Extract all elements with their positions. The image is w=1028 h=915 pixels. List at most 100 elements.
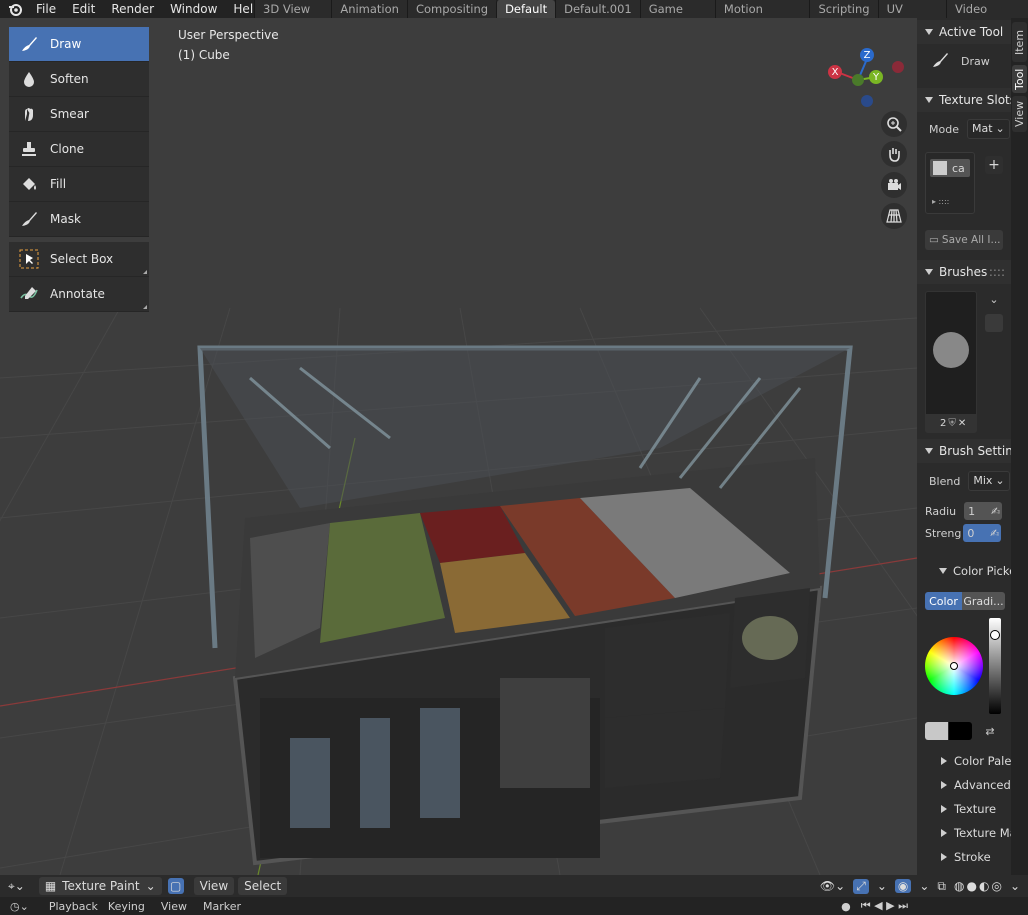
drag-handle-icon[interactable]: :::: (989, 265, 1005, 279)
tab-view[interactable]: View (1012, 96, 1027, 132)
swap-colors-icon[interactable]: ⇄ (977, 722, 1003, 740)
menu-file[interactable]: File (28, 0, 64, 18)
blend-dropdown[interactable]: Mix ⌄ (968, 471, 1010, 491)
list-expand-icon[interactable]: ▸ :::: (932, 197, 949, 206)
unlink-x-icon[interactable]: ✕ (958, 418, 966, 429)
view-menu[interactable]: View (193, 877, 235, 895)
tab-video-editing[interactable]: Video Editing (945, 0, 1028, 34)
view-menu[interactable]: View (161, 900, 187, 913)
record-icon[interactable]: ● (841, 900, 851, 913)
tool-options-corner[interactable] (143, 305, 147, 309)
gizmo-neg-x-icon[interactable] (892, 61, 904, 73)
gizmo-y-label: Y (872, 72, 880, 83)
pressure-icon[interactable]: ✍ (990, 527, 999, 540)
tab-compositing[interactable]: Compositing (406, 0, 497, 18)
active-tool-header[interactable]: Active Tool (917, 20, 1011, 44)
advanced-panel[interactable]: Advanced (917, 774, 1011, 796)
menu-window[interactable]: Window (162, 0, 225, 18)
tool-smear[interactable]: Smear (9, 97, 149, 132)
tool-clone[interactable]: Clone (9, 132, 149, 167)
chevron-down-icon[interactable]: ⌄ (1010, 879, 1020, 893)
gizmo-neg-y-icon[interactable] (852, 74, 864, 86)
tool-soften[interactable]: Soften (9, 62, 149, 97)
select-menu[interactable]: Select (238, 877, 288, 895)
texture-slot-item[interactable]: ca (930, 159, 970, 177)
tool-draw[interactable]: Draw (9, 27, 149, 62)
brush-settings-header[interactable]: Brush Settin (917, 439, 1011, 463)
panel-title: Texture Ma (954, 826, 1011, 840)
tool-annotate[interactable]: Annotate (9, 277, 149, 312)
tab-tool[interactable]: Tool (1012, 65, 1027, 93)
chevron-down-icon[interactable]: ⌄ (919, 879, 929, 893)
fake-user-shield-icon[interactable]: ⛨ (948, 418, 956, 429)
zoom-icon[interactable] (881, 111, 907, 137)
playback-menu[interactable]: Playback (49, 900, 98, 913)
playback-controls-icon[interactable]: ⏮ ◀ ▶ ⏭ (861, 899, 908, 913)
texture-slots-header[interactable]: Texture Slots (917, 88, 1011, 112)
tab-gradient[interactable]: Gradi... (962, 592, 1005, 610)
active-tool-row: Draw (917, 48, 1011, 74)
menu-edit[interactable]: Edit (64, 0, 103, 18)
secondary-color-swatch[interactable] (949, 722, 972, 740)
tab-3d-view-full[interactable]: 3D View Full (254, 0, 332, 34)
tab-animation[interactable]: Animation (331, 0, 407, 18)
tab-default[interactable]: Default (496, 0, 556, 18)
color-palette-panel[interactable]: Color Palett (917, 750, 1011, 772)
shading-wireframe-icon[interactable]: ◍ (954, 879, 964, 893)
visibility-eye-icon[interactable]: 👁⌄ (820, 879, 845, 893)
primary-color-swatch[interactable] (925, 722, 948, 740)
color-wheel[interactable] (925, 637, 983, 695)
timeline-editor-icon[interactable]: ◷⌄ (10, 900, 29, 913)
expand-icon (941, 829, 947, 837)
perspective-toggle-icon[interactable] (881, 203, 907, 229)
brush-preview[interactable]: 2 ⛨ ✕ (925, 291, 977, 433)
stroke-panel[interactable]: Stroke (917, 846, 1011, 868)
tool-select-box[interactable]: Select Box (9, 242, 149, 277)
add-slot-button[interactable]: + (985, 156, 1003, 174)
tab-default-001[interactable]: Default.001 (555, 0, 640, 18)
shading-rendered-icon[interactable]: ◎ (991, 879, 1001, 893)
radius-field[interactable]: 1 ✍ (964, 502, 1003, 520)
chevron-down-icon[interactable]: ⌄ (877, 879, 887, 893)
tab-motion-tracking[interactable]: Motion Tracking (714, 0, 810, 34)
gizmo-toggle-icon[interactable]: ⤢ (853, 878, 869, 894)
texture-slot-list[interactable]: ca ▸ :::: (925, 152, 975, 214)
tool-fill[interactable]: Fill (9, 167, 149, 202)
collapse-icon (925, 448, 933, 454)
value-slider-handle[interactable] (990, 630, 1000, 640)
brushes-header[interactable]: Brushes :::: (917, 260, 1011, 284)
tab-scripting[interactable]: Scripting (809, 0, 878, 18)
texture-mask-panel[interactable]: Texture Ma (917, 822, 1011, 844)
marker-menu[interactable]: Marker (203, 900, 241, 913)
tool-mask[interactable]: Mask (9, 202, 149, 237)
mode-dropdown[interactable]: Mat ⌄ (966, 119, 1010, 139)
menu-render[interactable]: Render (103, 0, 162, 18)
gizmo-neg-z-icon[interactable] (861, 95, 873, 107)
tab-uv-editing[interactable]: UV Editing (877, 0, 946, 34)
chevron-down-icon[interactable]: ⌄ (985, 293, 1003, 309)
tab-color[interactable]: Color (925, 592, 962, 610)
tab-game-logic[interactable]: Game Logic (639, 0, 715, 34)
pressure-icon[interactable]: ✍ (991, 505, 1000, 518)
camera-view-icon[interactable] (881, 172, 907, 198)
mode-dropdown[interactable]: ▦ Texture Paint ⌄ (38, 877, 162, 895)
strength-field[interactable]: 0 ✍ (963, 524, 1002, 542)
tool-options-corner[interactable] (143, 270, 147, 274)
mask-toggle-icon[interactable]: ▢ (167, 878, 184, 894)
panel-title: Brushes (939, 265, 988, 279)
xray-toggle-icon[interactable]: ⧉ (937, 879, 946, 894)
shading-solid-icon[interactable]: ● (966, 879, 976, 893)
editor-type-icon[interactable]: ⌖⌄ (8, 879, 25, 894)
shading-material-icon[interactable]: ◐ (979, 879, 989, 893)
overlay-toggle-icon[interactable]: ◉ (894, 879, 912, 893)
value-slider[interactable] (989, 618, 1001, 714)
pan-hand-icon[interactable] (881, 141, 907, 167)
texture-panel[interactable]: Texture (917, 798, 1011, 820)
save-all-images-button[interactable]: ▭ Save All I... (925, 230, 1003, 250)
color-wheel-cursor[interactable] (950, 662, 958, 670)
tab-item[interactable]: Item (1012, 22, 1027, 62)
keying-menu[interactable]: Keying (108, 900, 145, 913)
blender-logo-icon[interactable] (6, 0, 24, 18)
color-picker-header[interactable]: Color Picke (917, 560, 1011, 582)
image-icon[interactable] (985, 314, 1003, 332)
